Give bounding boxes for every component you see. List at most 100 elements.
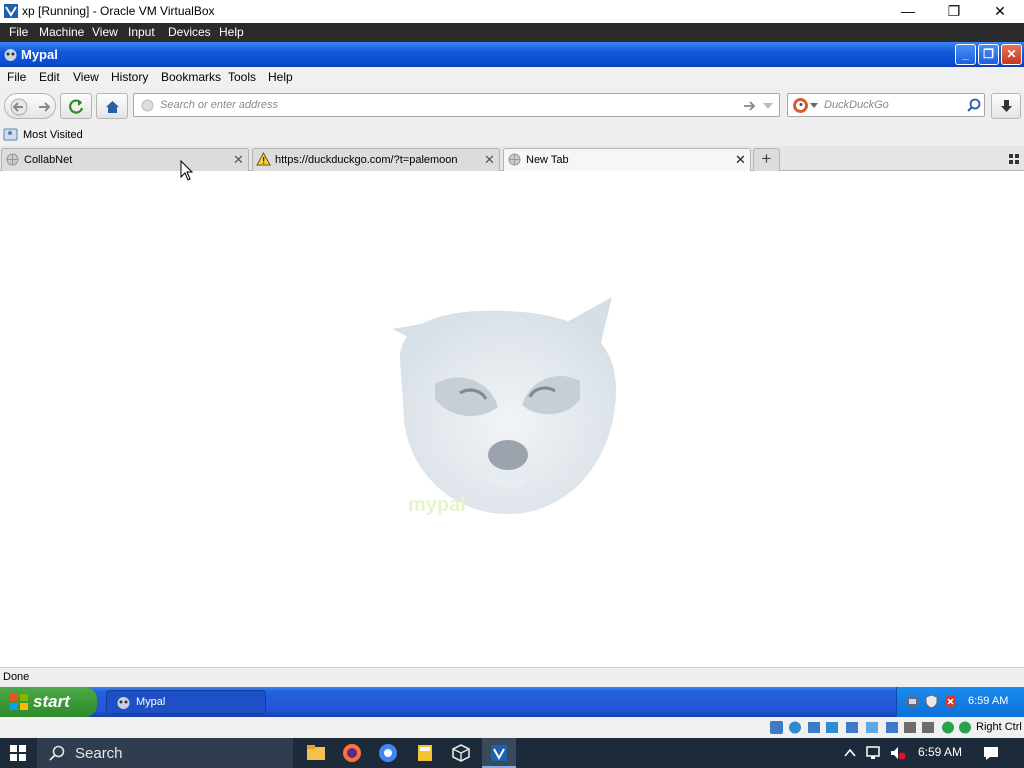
mypal-icon [117,697,130,709]
mypal-icon [4,49,17,61]
file-explorer-icon[interactable] [305,743,327,763]
back-forward-group [4,93,56,119]
browser-window-title: Mypal [21,47,58,62]
raccoon-logo: mypal [392,297,616,516]
host-search-label: Search [75,745,123,762]
start-label: start [33,692,70,711]
warning-icon [256,152,271,166]
back-icon[interactable] [10,98,28,116]
tab-close-icon[interactable]: ✕ [735,152,746,168]
browser-menubar: File Edit View History Bookmarks Tools H… [0,67,1024,88]
xp-clock: 6:59 AM [968,695,1009,707]
globe-icon [141,99,154,112]
host-menu-input[interactable]: Input [128,25,155,39]
search-icon[interactable] [966,98,981,113]
virtualbox-icon [4,4,18,18]
tab-new-tab[interactable]: New Tab ✕ [503,148,751,171]
windows-flag-icon [10,694,28,710]
taskbar-virtualbox[interactable] [482,738,516,768]
menu-file[interactable]: File [7,70,26,84]
mouse-cursor-icon [180,160,194,181]
bookmarks-toolbar: Most Visited [0,124,1024,146]
globe-icon [508,153,521,166]
menu-help[interactable]: Help [268,70,293,84]
notifications-icon[interactable] [982,745,1000,761]
security-alert-icon[interactable] [943,694,958,709]
host-restore-button[interactable]: ❐ [931,0,977,23]
network-icon[interactable] [865,745,883,761]
host-menu-help[interactable]: Help [219,25,244,39]
tab-label: New Tab [526,154,569,166]
host-menubar: File Machine View Input Devices Help [0,23,1024,42]
tab-collabnet[interactable]: CollabNet ✕ [1,148,249,171]
network-icon[interactable] [905,694,920,709]
reload-button[interactable] [60,93,92,119]
start-button[interactable]: start [0,687,97,717]
virtualbox-icon [491,745,507,761]
cube-app-icon[interactable] [450,743,472,763]
search-placeholder: DuckDuckGo [824,99,889,111]
status-bar: Done [0,667,1024,687]
navigation-toolbar: Search or enter address DuckDuckGo [0,88,1024,124]
xp-taskbar: start Mypal 6:59 AM [0,687,1024,717]
tab-close-icon[interactable]: ✕ [484,152,495,168]
host-window-title: xp [Running] - Oracle VM VirtualBox [22,4,215,18]
reload-icon [69,99,84,114]
mypal-logo-text: mypal [408,494,466,516]
tab-duckduckgo[interactable]: https://duckduckgo.com/?t=palemoon ✕ [252,148,500,171]
tab-strip: CollabNet ✕ https://duckduckgo.com/?t=pa… [0,146,1024,171]
xp-system-tray: 6:59 AM [896,687,1024,717]
host-menu-devices[interactable]: Devices [168,25,211,39]
shield-icon[interactable] [924,694,939,709]
host-minimize-button[interactable]: — [885,0,931,23]
host-menu-machine[interactable]: Machine [39,25,84,39]
vm-status-icons [770,721,971,734]
engine-dropdown-icon[interactable] [810,103,818,109]
home-icon [106,101,119,113]
tab-groups-icon[interactable] [1009,154,1019,164]
new-tab-button[interactable]: + [753,148,780,171]
globe-icon [6,153,19,166]
calculator-icon[interactable] [414,743,436,763]
address-placeholder: Search or enter address [160,99,279,111]
duckduckgo-icon[interactable] [792,97,809,114]
search-icon [49,745,65,761]
download-icon [1001,100,1012,112]
menu-view[interactable]: View [73,70,99,84]
host-menu-file[interactable]: File [9,25,28,39]
downloads-button[interactable] [991,93,1021,119]
chevron-up-icon[interactable] [843,746,857,760]
menu-history[interactable]: History [111,70,148,84]
search-bar[interactable]: DuckDuckGo [787,93,985,117]
host-close-button[interactable]: ✕ [977,0,1023,23]
firefox-icon[interactable] [341,743,363,763]
host-status-bar: Right Ctrl [0,717,1024,738]
dropdown-arrow-icon[interactable] [762,101,774,111]
host-search-box[interactable]: Search [37,738,293,768]
status-text: Done [3,671,30,683]
host-clock: 6:59 AM [918,745,963,759]
host-key-label: Right Ctrl [976,721,1022,733]
host-menu-view[interactable]: View [92,25,118,39]
menu-tools[interactable]: Tools [228,70,256,84]
bookmark-label: Most Visited [23,129,83,141]
taskbar-item-label: Mypal [136,696,166,708]
browser-restore-button[interactable]: ❐ [978,44,999,65]
host-titlebar: xp [Running] - Oracle VM VirtualBox — ❐ … [0,0,1024,23]
browser-minimize-button[interactable]: _ [955,44,976,65]
taskbar-item-mypal[interactable]: Mypal [106,690,266,714]
home-button[interactable] [96,93,128,119]
chrome-icon[interactable] [377,743,399,763]
address-bar[interactable]: Search or enter address [133,93,780,117]
folder-icon [3,128,18,141]
volume-muted-icon[interactable] [889,745,907,761]
menu-edit[interactable]: Edit [39,70,60,84]
windows-start-icon[interactable] [10,745,26,761]
host-taskbar: Search 6:59 AM [0,738,1024,768]
go-arrow-icon[interactable] [742,99,756,113]
page-content: mypal [0,160,1024,667]
browser-close-button[interactable]: ✕ [1001,44,1022,65]
tab-close-icon[interactable]: ✕ [233,152,244,168]
forward-icon[interactable] [36,99,52,115]
menu-bookmarks[interactable]: Bookmarks [161,70,221,84]
